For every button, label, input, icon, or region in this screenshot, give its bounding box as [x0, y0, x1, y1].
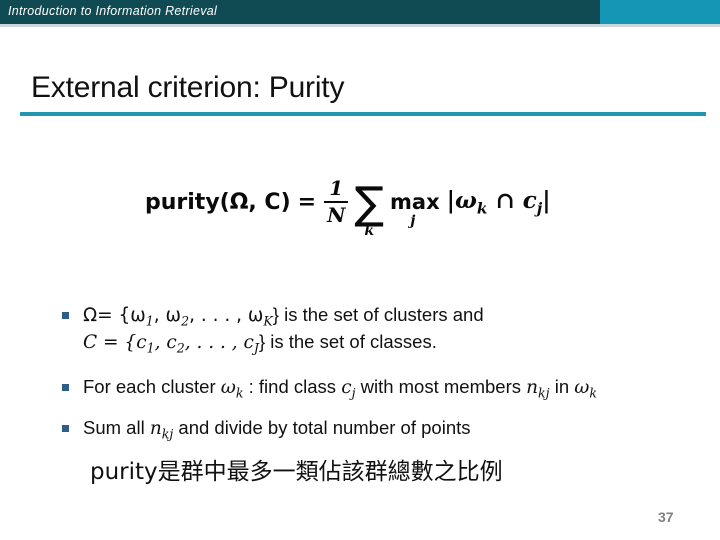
b1-sub-3: K — [263, 313, 273, 329]
omega-subscript: k — [476, 199, 488, 218]
b2-omega: ω — [220, 377, 236, 398]
b2-p4: in — [549, 376, 575, 397]
page-number: 37 — [658, 509, 674, 525]
b2-omega-sub: k — [235, 385, 244, 401]
square-bullet-icon — [62, 384, 69, 391]
banner-title: Introduction to Information Retrieval — [8, 4, 218, 18]
b3-p1: Sum all — [83, 417, 150, 438]
b1-line2-sub-1: 1 — [146, 340, 155, 356]
right-bar: | — [542, 186, 551, 214]
list-item: For each cluster ωk : find class cj with… — [62, 375, 597, 402]
sum-subscript: k — [364, 223, 375, 240]
sigma-glyph: ∑ — [354, 178, 385, 230]
b2-p1: For each cluster — [83, 376, 221, 397]
b1-line1-suffix: } is the set of clusters and — [272, 304, 484, 325]
max-operator: max j — [390, 190, 440, 229]
b1-line2-mid1: , c — [154, 332, 177, 354]
b1-line2-prefix: C = {c — [83, 332, 147, 354]
b3-n: n — [149, 418, 162, 439]
list-item: Sum all nkj and divide by total number o… — [62, 416, 471, 443]
summation-icon: ∑ k — [354, 182, 384, 239]
b1-line2-sub-2: 2 — [176, 340, 185, 356]
square-bullet-icon — [62, 425, 69, 432]
square-bullet-icon — [62, 312, 69, 319]
b1-sub-2: 2 — [181, 313, 190, 329]
b2-n-sub: kj — [538, 385, 550, 401]
c-symbol: c — [522, 186, 537, 214]
bullet-1-text: Ω= {ω1, ω2, . . . , ωK} is the set of cl… — [83, 303, 484, 358]
b1-line1-mid2: , . . . , ω — [189, 305, 264, 326]
b3-n-sub: kj — [161, 426, 174, 442]
chinese-annotation: purity是群中最多一類佔該群總數之比例 — [90, 459, 503, 485]
formula-lhs: purity(Ω, C) — [145, 189, 291, 215]
omega-symbol: ω — [455, 186, 477, 214]
b3-p2: and divide by total number of points — [173, 417, 471, 438]
b2-c: c — [341, 377, 352, 398]
b2-omega-2-sub: k — [589, 385, 597, 401]
left-bar: | — [446, 186, 455, 214]
b1-line1-prefix: Ω= {ω — [83, 305, 146, 326]
fraction-denominator: N — [327, 203, 346, 227]
intersection-icon: ∩ — [495, 186, 515, 214]
purity-formula: purity(Ω, C) = 1 N ∑ k max j |ωk ∩ cj| — [145, 176, 551, 239]
b2-n: n — [526, 377, 539, 398]
max-label: max — [390, 190, 440, 214]
formula-fraction: 1 N — [324, 176, 349, 227]
title-divider — [20, 112, 706, 116]
max-subscript: j — [410, 213, 416, 229]
b2-p3: with most members — [355, 376, 527, 397]
b1-sub-1: 1 — [145, 313, 154, 329]
b1-line2-suffix: } is the set of classes. — [258, 331, 437, 353]
bullet-2-text: For each cluster ωk : find class cj with… — [83, 375, 597, 402]
b1-line2-mid2: , . . . , c — [184, 332, 254, 354]
list-item: Ω= {ω1, ω2, . . . , ωK} is the set of cl… — [62, 303, 484, 358]
fraction-numerator: 1 — [329, 176, 344, 200]
page-title: External criterion: Purity — [31, 71, 345, 104]
banner-accent-block — [600, 0, 720, 24]
b1-line1-mid1: , ω — [153, 305, 182, 326]
b2-p2: : find class — [243, 376, 342, 397]
b2-omega-2: ω — [574, 377, 590, 398]
cardinality-expression: |ωk ∩ cj| — [447, 187, 551, 218]
top-banner: Introduction to Information Retrieval — [0, 0, 720, 24]
formula-equals-sign: = — [297, 189, 317, 215]
bullet-3-text: Sum all nkj and divide by total number o… — [83, 416, 471, 443]
banner-underline — [0, 24, 720, 27]
